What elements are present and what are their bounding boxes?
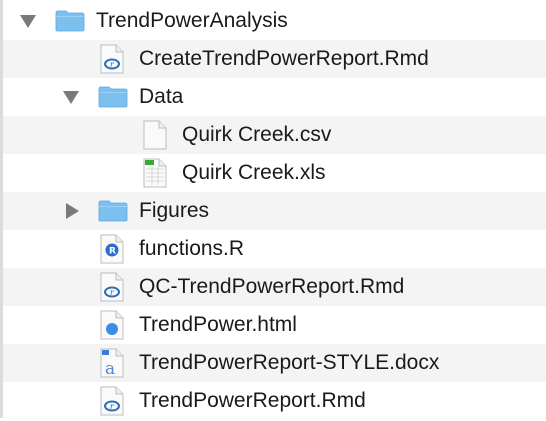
list-item[interactable]: Quirk Creek.csv [3, 116, 546, 154]
folder-icon [55, 10, 85, 32]
rmd-file-icon: r [100, 44, 124, 74]
list-item[interactable]: Figures [3, 192, 546, 230]
list-item[interactable]: r TrendPowerReport.Rmd [3, 382, 546, 420]
item-name: TrendPowerAnalysis [96, 9, 288, 32]
item-name: Data [139, 85, 184, 108]
item-name: TrendPowerReport-STYLE.docx [139, 351, 440, 374]
list-item[interactable]: Data [3, 78, 546, 116]
list-item[interactable]: r CreateTrendPowerReport.Rmd [3, 40, 546, 78]
folder-icon [98, 200, 128, 222]
rmd-file-icon: r [100, 386, 124, 416]
item-name: Figures [139, 199, 210, 222]
list-item[interactable]: Rfunctions.R [3, 230, 546, 268]
svg-text:a: a [105, 359, 115, 378]
item-name: TrendPowerReport.Rmd [139, 389, 366, 412]
finder-list-view: TrendPowerAnalysis r CreateTrendPowerRepor… [0, 0, 546, 418]
item-name: functions.R [139, 237, 245, 260]
xls-file-icon [143, 158, 167, 188]
list-item[interactable]: a TrendPowerReport-STYLE.docx [3, 344, 546, 382]
rmd-file-icon: r [100, 272, 124, 302]
item-name: Quirk Creek.xls [182, 161, 326, 184]
item-name: TrendPower.html [139, 313, 297, 336]
list-item[interactable]: r QC-TrendPowerReport.Rmd [3, 268, 546, 306]
item-name: QC-TrendPowerReport.Rmd [139, 275, 405, 298]
item-name: CreateTrendPowerReport.Rmd [139, 47, 429, 70]
list-item[interactable]: TrendPowerAnalysis [3, 2, 546, 40]
folder-icon [98, 86, 128, 108]
disclosure-expanded-icon[interactable] [20, 15, 36, 28]
html-file-icon [100, 310, 124, 340]
docx-file-icon: a [100, 348, 124, 379]
svg-text:R: R [109, 247, 116, 257]
disclosure-expanded-icon[interactable] [63, 91, 79, 104]
disclosure-collapsed-icon[interactable] [66, 203, 79, 219]
item-name: Quirk Creek.csv [182, 123, 332, 146]
list-item[interactable]: Quirk Creek.xls [3, 154, 546, 192]
r-file-icon: R [100, 234, 124, 264]
list-item[interactable]: TrendPower.html [3, 306, 546, 344]
csv-file-icon [143, 120, 167, 150]
